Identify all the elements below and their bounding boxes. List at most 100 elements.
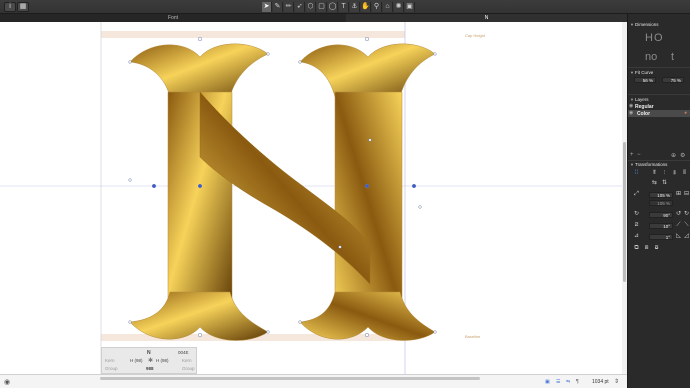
skew-icon[interactable]: ⊿	[633, 233, 640, 240]
link-icon[interactable]: ✱	[148, 357, 153, 364]
left-metric[interactable]: H (98)	[130, 358, 143, 363]
reverse-icon[interactable]: ⇋	[566, 379, 570, 385]
dimensions-preview-top: HO	[645, 32, 664, 44]
align-center-icon[interactable]: ⫶	[661, 170, 668, 177]
rectangle-tool[interactable]: ▢	[317, 2, 327, 12]
disclosure-icon[interactable]: ▼	[630, 21, 634, 28]
gear-icon[interactable]: ⚙	[680, 152, 685, 159]
vertical-scroll-thumb[interactable]	[623, 142, 626, 282]
slant-right-icon[interactable]: ⟍	[683, 222, 690, 229]
tab-font[interactable]: Font	[0, 14, 346, 22]
text-preview-icon[interactable]: ☰	[556, 379, 560, 385]
edit-canvas[interactable]: Cap Height Baseline N 004E Kern H (98) ✱…	[0, 22, 627, 374]
serif-top-left	[129, 43, 269, 98]
skew-right-icon[interactable]: ◿	[683, 233, 690, 240]
annotation-tool[interactable]: ⌂	[383, 2, 393, 12]
brush-tool[interactable]: ➶	[295, 2, 305, 12]
rotate-ccw-icon[interactable]: ↺	[675, 211, 682, 218]
dimensions-header[interactable]: ▼ Dimensions	[628, 21, 690, 28]
disclosure-icon[interactable]: ▼	[630, 161, 634, 168]
disclosure-icon[interactable]: ▼	[630, 96, 634, 103]
scale-y-field[interactable]: 105 %	[649, 200, 673, 206]
scale-up-icon[interactable]: ⊞	[675, 191, 682, 198]
add-layer-icon[interactable]: +	[630, 152, 634, 158]
skew-field[interactable]: 1°	[649, 234, 673, 240]
eye-icon[interactable]: ◉	[4, 378, 10, 386]
right-metric[interactable]: H (98)	[156, 358, 169, 363]
align-top-icon[interactable]: ⫪	[651, 170, 658, 177]
rotate-cw-icon[interactable]: ↻	[683, 211, 690, 218]
text-tool[interactable]: T	[339, 2, 349, 12]
glyph-width[interactable]: 988	[146, 366, 154, 371]
fit-curve-header[interactable]: ▼ Fit Curve	[628, 69, 690, 76]
cap-height-label: Cap Height	[465, 33, 486, 38]
extra-tool[interactable]: ▣	[405, 2, 415, 12]
anchor-tool[interactable]: ⚓	[350, 2, 360, 12]
intersect-icon[interactable]: ⧇	[653, 245, 660, 252]
cap-height-zone	[101, 31, 405, 38]
subtract-icon[interactable]: ⧈	[643, 245, 650, 252]
align-grid-icon[interactable]: ⁞⁞	[633, 170, 640, 177]
direction-icon[interactable]: ¶	[576, 379, 579, 385]
kern-right-label: Kern	[182, 358, 192, 363]
rotate-field[interactable]: 90°	[649, 212, 673, 218]
toolbar: i ▦ ➤ ✎ ✏ ➶ ⬡ ▢ ◯ T ⚓ ✋ ⚲ ⌂ ✺ ▣	[0, 0, 690, 14]
oval-tool[interactable]: ◯	[328, 2, 338, 12]
union-icon[interactable]: ⧉	[633, 245, 640, 252]
disclosure-icon[interactable]: ▼	[630, 69, 634, 76]
color-palette-icon: ◕	[684, 110, 688, 116]
fit-curve-right-field[interactable]: 75 %	[662, 77, 684, 83]
select-tool[interactable]: ➤	[262, 2, 272, 12]
remove-layer-icon[interactable]: −	[637, 152, 641, 158]
zoom-stepper-icon[interactable]: ⇕	[614, 378, 619, 385]
layer-row-color[interactable]: ◉ Color ◕	[628, 110, 690, 117]
divider	[628, 94, 690, 95]
group-right-label: Group	[182, 366, 195, 371]
eye-icon[interactable]: ◉	[629, 103, 633, 109]
slant-left-icon[interactable]: ⟋	[675, 222, 682, 229]
rotate-icon[interactable]: ↻	[633, 211, 640, 218]
dimensions-preview-t: t	[671, 51, 675, 63]
layer-name: Color	[637, 111, 651, 117]
pen-tool[interactable]: ✎	[273, 2, 283, 12]
info-icon[interactable]: i	[4, 2, 16, 12]
fit-curve-left-field[interactable]: 56 %	[634, 77, 656, 83]
unicode-value[interactable]: 004E	[178, 350, 189, 355]
group-left-label: Group	[105, 366, 118, 371]
glyph-name: N	[147, 350, 151, 356]
zoom-value[interactable]: 1034 pt	[592, 379, 609, 385]
zoom-tool[interactable]: ⚲	[372, 2, 382, 12]
scale-x-field[interactable]: 105 %	[649, 192, 673, 198]
grid-icon[interactable]: ▦	[17, 2, 29, 12]
horizontal-scroll-thumb[interactable]	[100, 377, 480, 380]
divider	[628, 67, 690, 68]
align-right-icon[interactable]: ⫴	[681, 170, 688, 177]
add-item-icon[interactable]: ⊕	[671, 152, 676, 159]
tab-glyph-n[interactable]: N	[346, 14, 627, 22]
flip-vertical-icon[interactable]: ⇅	[661, 180, 668, 187]
preview-icon[interactable]: ▣	[545, 379, 550, 385]
tab-bar: Font N	[0, 14, 627, 22]
draw-tool[interactable]: ✏	[284, 2, 294, 12]
primitives-tool[interactable]: ⬡	[306, 2, 316, 12]
glyph-view[interactable]	[0, 22, 627, 374]
kern-left-label: Kern	[105, 358, 115, 363]
dimensions-preview-no: no	[645, 51, 658, 63]
slant-field[interactable]: 10°	[649, 223, 673, 229]
glyphs-editor-window: i ▦ ➤ ✎ ✏ ➶ ⬡ ▢ ◯ T ⚓ ✋ ⚲ ⌂ ✺ ▣ Font N C…	[0, 0, 690, 388]
align-bottom-icon[interactable]: ⫫	[671, 170, 678, 177]
layers-header[interactable]: ▼ Layers	[628, 96, 690, 103]
hand-tool[interactable]: ✋	[361, 2, 371, 12]
eye-icon[interactable]: ◉	[629, 110, 633, 116]
sun-tool[interactable]: ✺	[394, 2, 404, 12]
flip-horizontal-icon[interactable]: ⇆	[651, 180, 658, 187]
slant-icon[interactable]: ⧄	[633, 222, 640, 229]
transformations-header[interactable]: ▼ Transformations	[628, 161, 690, 168]
skew-left-icon[interactable]: ◺	[675, 233, 682, 240]
transformations-title: Transformations	[635, 162, 668, 167]
layer-row-regular[interactable]: ◉ Regular	[628, 103, 690, 110]
dimensions-title: Dimensions	[635, 22, 659, 27]
scale-icon[interactable]: ⤢	[633, 191, 640, 198]
scale-down-icon[interactable]: ⊟	[683, 191, 690, 198]
palette-panel: ▼ Dimensions HO no t ▼ Fit Curve 56 % 75…	[627, 14, 690, 388]
